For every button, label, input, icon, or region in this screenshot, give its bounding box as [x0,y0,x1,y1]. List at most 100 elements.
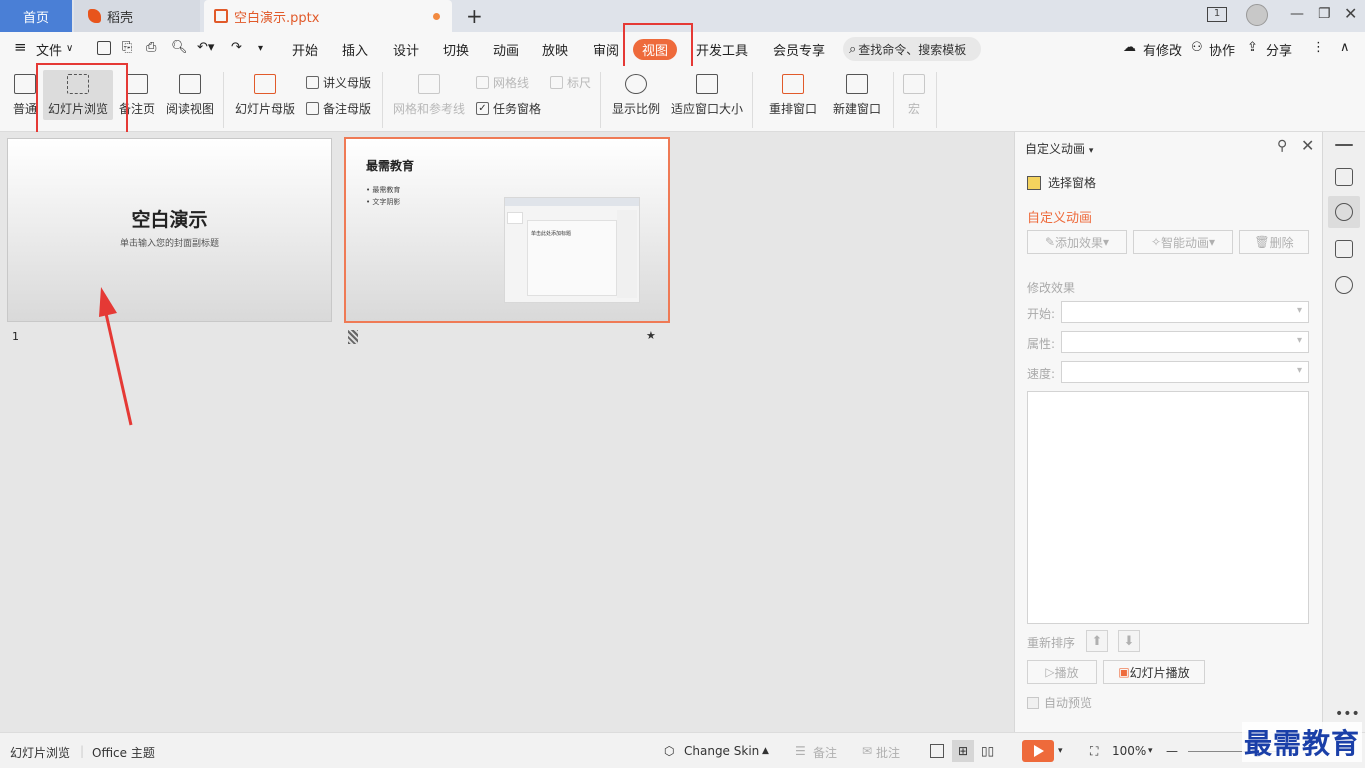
tab-home[interactable]: 首页 [0,0,72,32]
slide-thumbnail-1[interactable]: 空白演示 单击输入您的封面副标题 [7,138,332,322]
more-icon[interactable]: ••• [1335,706,1360,722]
notes-master-button[interactable]: 备注母版 [306,100,371,117]
collapse-ribbon-icon[interactable]: ∧ [1340,40,1350,55]
more-dropdown-icon[interactable]: ▾ [258,43,263,54]
settings-sliders-icon[interactable] [1335,168,1353,186]
file-menu[interactable]: 文件 [36,40,62,59]
macro-button[interactable]: 宏 [900,66,928,117]
property-select[interactable] [1061,331,1309,353]
revise-button[interactable]: 有修改 [1143,40,1182,59]
pin-icon[interactable]: ⚲ [1277,138,1287,154]
collab-icon[interactable]: ⚇ [1191,40,1203,55]
move-up-icon[interactable]: ⬆ [1086,630,1108,652]
animation-star-icon: ★ [646,329,656,342]
smart-animation-label: 智能动画 [1161,235,1210,250]
close-icon[interactable]: ✕ [1344,4,1357,23]
more-icon[interactable]: ⋮ [1312,40,1325,55]
new-window-button[interactable]: 新建窗口 [830,66,884,117]
ribbon-divider [893,72,894,128]
add-effect-button[interactable]: ✎ 添加效果 ▾ [1027,230,1127,254]
avatar[interactable] [1246,4,1268,26]
share-button[interactable]: 分享 [1266,40,1292,59]
auto-preview-checkbox[interactable]: 自动预览 [1027,694,1092,711]
slide-thumbnail-2[interactable]: 最需教育 • 最需教育 • 文字阴影 单击此处添加标题 [344,137,670,323]
normal-view-icon [14,74,36,94]
grid-guides-button[interactable]: 网格和参考线 [391,66,467,117]
move-down-icon[interactable]: ⬇ [1118,630,1140,652]
panel-title-dropdown[interactable]: 自定义动画 ▾ [1025,140,1093,157]
slideshow-button[interactable]: ▣ 幻灯片播放 [1103,660,1205,684]
print-preview-icon[interactable]: 🔍︎ [171,40,188,55]
menu-slideshow[interactable]: 放映 [542,40,568,59]
search-input[interactable]: ⌕ 查找命令、搜索模板 [843,37,981,61]
reading-view-status-icon[interactable]: ▯▯ [981,744,994,758]
notes-icon[interactable]: ☰ [795,744,806,758]
tab-document[interactable]: 空白演示.pptx [204,0,452,32]
menu-design[interactable]: 设计 [393,40,419,59]
close-icon[interactable]: ✕ [1301,136,1314,155]
zoom-button[interactable]: 显示比例 [610,66,662,117]
theme-name[interactable]: Office 主题 [92,744,155,761]
handout-master-button[interactable]: 讲义母版 [306,74,371,91]
help-icon[interactable] [1335,276,1353,294]
format-painter-icon[interactable]: ⎘ [122,40,132,55]
select-pane-button[interactable]: 选择窗格 [1027,174,1096,191]
comment-icon[interactable]: ✉ [862,744,872,758]
animation-list[interactable] [1027,391,1309,624]
menu-insert[interactable]: 插入 [342,40,368,59]
minimize-icon[interactable]: — [1290,6,1304,22]
chevron-down-icon[interactable]: ∨ [66,43,73,54]
menu-animation[interactable]: 动画 [493,40,519,59]
print-icon[interactable]: ⎙ [146,40,156,55]
drag-handle-icon[interactable] [1335,144,1353,146]
collab-button[interactable]: 协作 [1209,40,1235,59]
slideshow-dropdown-icon[interactable]: ▾ [1058,746,1063,756]
speed-select[interactable] [1061,361,1309,383]
hamburger-icon[interactable]: ≡ [14,38,27,56]
smart-animation-button[interactable]: ✧ 智能动画 ▾ [1133,230,1233,254]
restore-icon[interactable]: ❐ [1318,6,1331,22]
new-tab-button[interactable]: + [466,4,483,28]
redo-icon[interactable]: ↷ [231,40,242,55]
fit-window-button[interactable]: 适应窗口大小 [669,66,745,117]
menu-transition[interactable]: 切换 [443,40,469,59]
delete-button[interactable]: 🗑︎ 删除 [1239,230,1309,254]
chevron-up-icon[interactable]: ▲ [762,746,769,756]
start-select[interactable] [1061,301,1309,323]
grid-guides-label: 网格和参考线 [392,102,465,116]
tab-daoke[interactable]: 稻壳 [74,0,200,32]
fit-icon[interactable]: ⛶ [1090,744,1098,759]
menu-start[interactable]: 开始 [292,40,318,59]
normal-view-status-icon[interactable] [930,744,944,758]
start-slideshow-button[interactable] [1022,740,1054,762]
change-skin-button[interactable]: Change Skin [684,744,759,758]
ruler-checkbox[interactable]: 标尺 [550,74,591,91]
skin-icon[interactable]: ⬡ [664,744,674,758]
zoom-dropdown-icon[interactable]: ▾ [1148,746,1153,756]
slideshow-icon: ▣ [1118,665,1130,679]
task-pane-checkbox[interactable]: ✓ 任务窗格 [476,100,541,117]
undo-icon[interactable]: ↶▾ [197,40,214,55]
arrange-window-button[interactable]: 重排窗口 [762,66,824,117]
notes-button[interactable]: 备注 [813,744,837,761]
ruler-check [550,76,563,89]
reading-view-button[interactable]: 阅读视图 [164,66,216,117]
slide-sorter-status-icon[interactable]: ⊞ [952,740,974,762]
window-count-badge[interactable]: 1 [1207,7,1227,22]
ribbon-divider [600,72,601,128]
share-icon[interactable]: ⇪ [1247,40,1258,55]
animation-star-tool-icon[interactable] [1335,203,1353,221]
play-button[interactable]: ▷ 播放 [1027,660,1097,684]
gridlines-checkbox[interactable]: 网格线 [476,74,529,91]
slide-master-button[interactable]: 幻灯片母版 [233,66,297,117]
slide-transition-icon[interactable] [1335,240,1353,258]
auto-preview-check [1027,696,1039,709]
comments-button[interactable]: 批注 [876,744,900,761]
menu-member[interactable]: 会员专享 [773,40,825,59]
menu-review[interactable]: 审阅 [593,40,619,59]
zoom-level[interactable]: 100% [1112,744,1146,758]
menu-developer[interactable]: 开发工具 [696,40,748,59]
zoom-out-icon[interactable]: — [1166,744,1178,758]
cloud-icon[interactable]: ☁ [1123,40,1136,55]
save-icon[interactable] [97,41,111,55]
